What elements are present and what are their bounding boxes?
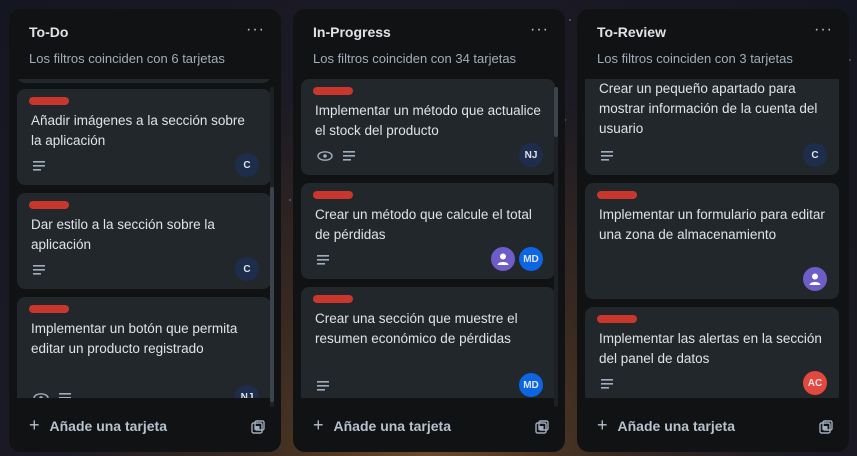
card-title: Implementar un formulario para editar un…	[599, 207, 825, 242]
card[interactable]: Dar estilo a la sección sobre la aplicac…	[17, 193, 271, 289]
member-avatar[interactable]: MD	[519, 247, 543, 271]
card-title: Implementar un botón que permita editar …	[31, 321, 238, 356]
list-to-review: To-Review ··· Los filtros coinciden con …	[577, 9, 849, 452]
description-icon	[601, 379, 613, 389]
card-title: Crear un pequeño apartado para mostrar i…	[599, 81, 818, 136]
add-card-button[interactable]: + Añade una tarjeta	[597, 415, 735, 436]
watch-eye-icon	[317, 151, 333, 161]
description-icon	[601, 151, 613, 161]
list-title[interactable]: In-Progress	[313, 24, 391, 40]
card-title: Implementar las alertas en la sección de…	[599, 331, 822, 366]
list-title[interactable]: To-Review	[597, 24, 666, 40]
member-avatar[interactable]: C	[235, 257, 259, 281]
list-title[interactable]: To-Do	[29, 24, 68, 40]
add-card-button[interactable]: + Añade una tarjeta	[29, 415, 167, 436]
create-from-template-icon[interactable]	[535, 420, 549, 434]
scrollbar-thumb[interactable]	[554, 87, 558, 137]
card-label[interactable]	[29, 201, 69, 209]
card-label[interactable]	[597, 315, 637, 323]
list-header: To-Do ··· Los filtros coinciden con 6 ta…	[9, 9, 281, 79]
member-avatar[interactable]: NJ	[235, 385, 259, 398]
card-badges	[317, 381, 329, 391]
card[interactable]: Crear un pequeño apartado para mostrar i…	[585, 79, 839, 175]
card[interactable]: Crear una sección que muestre el resumen…	[301, 287, 555, 398]
list-scrollbar[interactable]	[270, 87, 274, 407]
watch-eye-icon	[33, 393, 49, 398]
card-title: Crear un método que calcule el total de …	[315, 207, 532, 242]
card[interactable]: Implementar un formulario para editar un…	[585, 183, 839, 299]
card-label[interactable]	[313, 87, 353, 95]
user-avatar-icon[interactable]	[491, 247, 515, 271]
scrollbar-thumb[interactable]	[270, 187, 274, 402]
card[interactable]: Implementar las alertas en la sección de…	[585, 307, 839, 398]
card-badges	[317, 255, 329, 265]
card-badges	[601, 379, 613, 389]
add-card-button[interactable]: + Añade una tarjeta	[313, 415, 451, 436]
list-header: In-Progress ··· Los filtros coinciden co…	[293, 9, 565, 79]
filter-count-text: Los filtros coinciden con 3 tarjetas	[597, 51, 793, 66]
card[interactable]: Añadir imágenes a la sección sobre la ap…	[17, 89, 271, 185]
card-badges	[317, 151, 355, 161]
create-from-template-icon[interactable]	[251, 420, 265, 434]
list-in-progress: In-Progress ··· Los filtros coinciden co…	[293, 9, 565, 452]
card-badges	[601, 151, 613, 161]
add-card-label: Añade una tarjeta	[617, 417, 735, 434]
plus-icon: +	[313, 415, 324, 435]
list-menu-button[interactable]: ···	[246, 21, 265, 39]
card[interactable]: Crear un método que calcule el total de …	[301, 183, 555, 279]
member-avatar[interactable]: C	[803, 143, 827, 167]
member-avatar[interactable]: C	[235, 153, 259, 177]
add-card-label: Añade una tarjeta	[49, 417, 167, 434]
card-partial[interactable]	[17, 79, 271, 83]
description-icon	[317, 381, 329, 391]
list-menu-button[interactable]: ···	[530, 21, 549, 39]
user-avatar-icon[interactable]	[803, 267, 827, 291]
filter-count-text: Los filtros coinciden con 6 tarjetas	[29, 51, 225, 66]
list-to-do: To-Do ··· Los filtros coinciden con 6 ta…	[9, 9, 281, 452]
plus-icon: +	[29, 415, 40, 435]
description-icon	[317, 255, 329, 265]
card[interactable]: Implementar un botón que permita editar …	[17, 297, 271, 398]
card-label[interactable]	[29, 305, 69, 313]
card-label[interactable]	[313, 295, 353, 303]
add-card-label: Añade una tarjeta	[333, 417, 451, 434]
person-icon	[809, 273, 821, 285]
card-label[interactable]	[29, 97, 69, 105]
card-label[interactable]	[313, 191, 353, 199]
member-avatar[interactable]: AC	[803, 371, 827, 395]
card-badges	[33, 393, 71, 398]
card-title: Añadir imágenes a la sección sobre la ap…	[31, 113, 245, 148]
card-list: Crear un pequeño apartado para mostrar i…	[585, 79, 841, 398]
plus-icon: +	[597, 415, 608, 435]
member-avatar[interactable]: MD	[519, 373, 543, 397]
person-icon	[497, 253, 509, 265]
card-list: Implementar un método que actualice el s…	[301, 79, 557, 398]
card-label[interactable]	[597, 191, 637, 199]
card-title: Dar estilo a la sección sobre la aplicac…	[31, 217, 215, 252]
list-header: To-Review ··· Los filtros coinciden con …	[577, 9, 849, 79]
description-icon	[33, 161, 45, 171]
card-badges	[33, 161, 45, 171]
card-title: Implementar un método que actualice el s…	[315, 103, 541, 138]
list-menu-button[interactable]: ···	[814, 21, 833, 39]
card-badges	[33, 265, 45, 275]
list-scrollbar[interactable]	[554, 87, 558, 407]
description-icon	[33, 265, 45, 275]
card[interactable]: Implementar un método que actualice el s…	[301, 79, 555, 175]
description-icon	[343, 151, 355, 161]
member-avatar[interactable]: NJ	[519, 143, 543, 167]
filter-count-text: Los filtros coinciden con 34 tarjetas	[313, 51, 517, 66]
description-icon	[59, 393, 71, 398]
card-title: Crear una sección que muestre el resumen…	[315, 311, 518, 346]
create-from-template-icon[interactable]	[819, 420, 833, 434]
card-list: Añadir imágenes a la sección sobre la ap…	[17, 79, 273, 398]
